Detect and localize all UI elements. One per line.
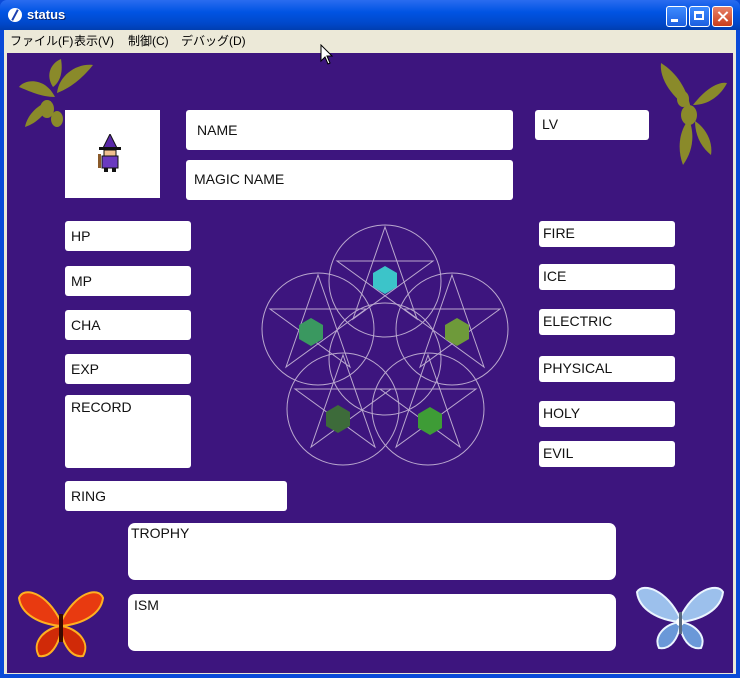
physical-field: PHYSICAL (539, 356, 675, 382)
window-title: status (27, 7, 66, 22)
ice-field: ICE (539, 264, 675, 290)
gem-left-icon (299, 318, 323, 346)
magic-name-field: MAGIC NAME (186, 160, 513, 200)
blue-butterfly-icon (635, 587, 725, 650)
character-portrait (65, 110, 160, 198)
holy-field: HOLY (539, 401, 675, 427)
red-butterfly-icon (17, 591, 105, 658)
client-area: NAME MAGIC NAME LV HP MP CHA EXP RECORD … (4, 50, 736, 674)
menu-file[interactable]: ファイル(F) (10, 32, 73, 49)
ism-field: ISM (128, 594, 616, 651)
ring-field: RING (65, 481, 287, 511)
minimize-button[interactable] (666, 6, 687, 27)
menu-bar: ファイル(F) 表示(V) 制御(C) デバッグ(D) (4, 30, 736, 50)
record-field: RECORD (65, 395, 191, 468)
title-bar[interactable]: status (0, 0, 740, 30)
mouse-cursor-icon (320, 44, 334, 65)
level-field: LV (535, 110, 649, 140)
status-window: status ファイル(F) 表示(V) 制御(C) デバッグ(D) NAME … (0, 0, 740, 678)
menu-control[interactable]: 制御(C) (128, 32, 169, 49)
close-button[interactable] (712, 6, 733, 27)
exp-field: EXP (65, 354, 191, 384)
fire-field: FIRE (539, 221, 675, 247)
wizard-sprite-icon (98, 134, 121, 172)
electric-field: ELECTRIC (539, 309, 675, 335)
maximize-button[interactable] (689, 6, 710, 27)
trophy-field: TROPHY (128, 523, 616, 580)
hp-field: HP (65, 221, 191, 251)
menu-view[interactable]: 表示(V) (74, 32, 114, 49)
cha-field: CHA (65, 310, 191, 340)
app-icon (8, 8, 22, 22)
mp-field: MP (65, 266, 191, 296)
leaf-ornament-right-icon (660, 63, 727, 165)
evil-field: EVIL (539, 441, 675, 467)
menu-debug[interactable]: デバッグ(D) (181, 32, 246, 49)
gem-bottom-left-icon (326, 405, 350, 433)
pentagram-diagram (261, 224, 509, 466)
name-field: NAME (186, 110, 513, 150)
status-panel: NAME MAGIC NAME LV HP MP CHA EXP RECORD … (7, 53, 733, 673)
